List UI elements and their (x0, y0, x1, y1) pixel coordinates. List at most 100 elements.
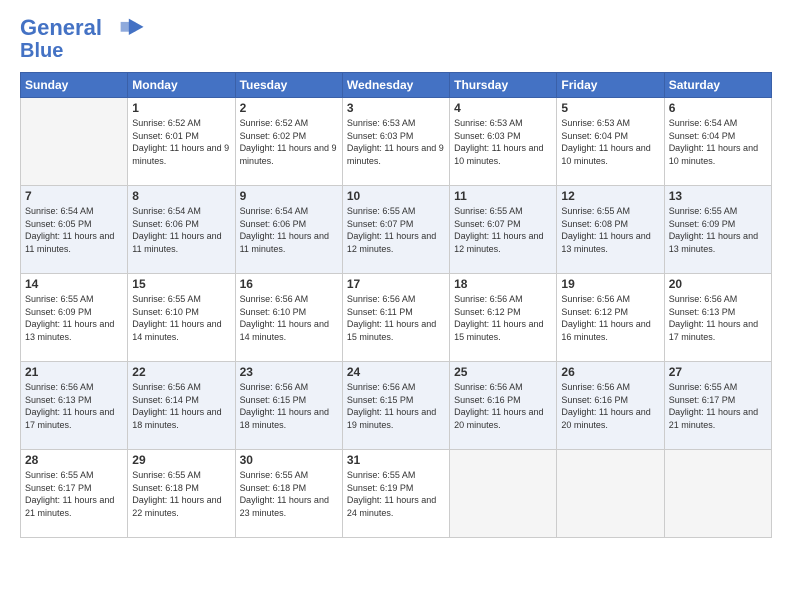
calendar-week-row: 28 Sunrise: 6:55 AMSunset: 6:17 PMDayligh… (21, 450, 772, 538)
calendar-week-row: 7 Sunrise: 6:54 AMSunset: 6:05 PMDaylight… (21, 186, 772, 274)
day-number: 16 (240, 277, 338, 291)
calendar-cell: 7 Sunrise: 6:54 AMSunset: 6:05 PMDaylight… (21, 186, 128, 274)
day-info: Sunrise: 6:56 AMSunset: 6:12 PMDaylight:… (454, 293, 552, 343)
day-number: 3 (347, 101, 445, 115)
day-info: Sunrise: 6:56 AMSunset: 6:13 PMDaylight:… (669, 293, 767, 343)
calendar-cell: 21Sunrise: 6:56 AMSunset: 6:13 PMDayligh… (21, 362, 128, 450)
weekday-header-saturday: Saturday (664, 73, 771, 98)
day-number: 19 (561, 277, 659, 291)
day-info: Sunrise: 6:55 AMSunset: 6:17 PMDaylight:… (25, 469, 123, 519)
calendar-cell: 28 Sunrise: 6:55 AMSunset: 6:17 PMDayligh… (21, 450, 128, 538)
day-info: Sunrise: 6:56 AMSunset: 6:15 PMDaylight:… (347, 381, 445, 431)
calendar-cell: 14 Sunrise: 6:55 AMSunset: 6:09 PMDayligh… (21, 274, 128, 362)
calendar-cell: 17 Sunrise: 6:56 AMSunset: 6:11 PMDayligh… (342, 274, 449, 362)
day-info: Sunrise: 6:52 AMSunset: 6:01 PMDaylight:… (132, 117, 230, 167)
day-number: 26 (561, 365, 659, 379)
calendar-week-row: 21Sunrise: 6:56 AMSunset: 6:13 PMDayligh… (21, 362, 772, 450)
calendar-week-row: 1 Sunrise: 6:52 AMSunset: 6:01 PMDaylight… (21, 98, 772, 186)
day-info: Sunrise: 6:54 AMSunset: 6:04 PMDaylight:… (669, 117, 767, 167)
day-number: 12 (561, 189, 659, 203)
day-number: 1 (132, 101, 230, 115)
day-number: 21 (25, 365, 123, 379)
calendar-cell: 13Sunrise: 6:55 AMSunset: 6:09 PMDayligh… (664, 186, 771, 274)
calendar-cell: 12 Sunrise: 6:55 AMSunset: 6:08 PMDayligh… (557, 186, 664, 274)
logo-text: General (20, 16, 144, 40)
calendar-cell: 3 Sunrise: 6:53 AMSunset: 6:03 PMDaylight… (342, 98, 449, 186)
calendar-cell: 24 Sunrise: 6:56 AMSunset: 6:15 PMDayligh… (342, 362, 449, 450)
weekday-header-monday: Monday (128, 73, 235, 98)
day-info: Sunrise: 6:55 AMSunset: 6:18 PMDaylight:… (240, 469, 338, 519)
calendar-cell (664, 450, 771, 538)
calendar-cell: 19 Sunrise: 6:56 AMSunset: 6:12 PMDayligh… (557, 274, 664, 362)
day-info: Sunrise: 6:55 AMSunset: 6:09 PMDaylight:… (25, 293, 123, 343)
day-number: 28 (25, 453, 123, 467)
day-number: 27 (669, 365, 767, 379)
day-number: 14 (25, 277, 123, 291)
day-number: 15 (132, 277, 230, 291)
day-info: Sunrise: 6:54 AMSunset: 6:06 PMDaylight:… (132, 205, 230, 255)
calendar-cell: 27 Sunrise: 6:55 AMSunset: 6:17 PMDayligh… (664, 362, 771, 450)
header: General Blue (20, 16, 772, 62)
calendar-cell: 23 Sunrise: 6:56 AMSunset: 6:15 PMDayligh… (235, 362, 342, 450)
day-info: Sunrise: 6:55 AMSunset: 6:17 PMDaylight:… (669, 381, 767, 431)
day-info: Sunrise: 6:56 AMSunset: 6:12 PMDaylight:… (561, 293, 659, 343)
calendar-cell: 11 Sunrise: 6:55 AMSunset: 6:07 PMDayligh… (450, 186, 557, 274)
weekday-header-sunday: Sunday (21, 73, 128, 98)
day-info: Sunrise: 6:56 AMSunset: 6:16 PMDaylight:… (454, 381, 552, 431)
calendar-cell: 15Sunrise: 6:55 AMSunset: 6:10 PMDayligh… (128, 274, 235, 362)
calendar-cell: 9Sunrise: 6:54 AMSunset: 6:06 PMDaylight… (235, 186, 342, 274)
logo-text-blue: Blue (20, 40, 63, 62)
day-number: 18 (454, 277, 552, 291)
calendar-cell: 22Sunrise: 6:56 AMSunset: 6:14 PMDayligh… (128, 362, 235, 450)
day-info: Sunrise: 6:56 AMSunset: 6:11 PMDaylight:… (347, 293, 445, 343)
calendar-cell: 29Sunrise: 6:55 AMSunset: 6:18 PMDayligh… (128, 450, 235, 538)
calendar-cell: 26 Sunrise: 6:56 AMSunset: 6:16 PMDayligh… (557, 362, 664, 450)
day-info: Sunrise: 6:55 AMSunset: 6:07 PMDaylight:… (347, 205, 445, 255)
day-number: 31 (347, 453, 445, 467)
day-number: 11 (454, 189, 552, 203)
day-number: 4 (454, 101, 552, 115)
calendar-cell: 6 Sunrise: 6:54 AMSunset: 6:04 PMDaylight… (664, 98, 771, 186)
day-info: Sunrise: 6:56 AMSunset: 6:10 PMDaylight:… (240, 293, 338, 343)
calendar-cell: 25 Sunrise: 6:56 AMSunset: 6:16 PMDayligh… (450, 362, 557, 450)
day-number: 7 (25, 189, 123, 203)
day-number: 23 (240, 365, 338, 379)
calendar-cell: 2Sunrise: 6:52 AMSunset: 6:02 PMDaylight… (235, 98, 342, 186)
weekday-header-friday: Friday (557, 73, 664, 98)
calendar-cell: 30 Sunrise: 6:55 AMSunset: 6:18 PMDayligh… (235, 450, 342, 538)
weekday-header-wednesday: Wednesday (342, 73, 449, 98)
calendar-cell: 1 Sunrise: 6:52 AMSunset: 6:01 PMDaylight… (128, 98, 235, 186)
day-info: Sunrise: 6:56 AMSunset: 6:15 PMDaylight:… (240, 381, 338, 431)
day-info: Sunrise: 6:56 AMSunset: 6:16 PMDaylight:… (561, 381, 659, 431)
calendar-cell: 10 Sunrise: 6:55 AMSunset: 6:07 PMDayligh… (342, 186, 449, 274)
calendar-cell (450, 450, 557, 538)
weekday-header-tuesday: Tuesday (235, 73, 342, 98)
weekday-header-thursday: Thursday (450, 73, 557, 98)
weekday-header-row: SundayMondayTuesdayWednesdayThursdayFrid… (21, 73, 772, 98)
day-info: Sunrise: 6:53 AMSunset: 6:03 PMDaylight:… (347, 117, 445, 167)
page: General Blue SundayMondayTuesdayWednesda… (0, 0, 792, 612)
day-info: Sunrise: 6:54 AMSunset: 6:05 PMDaylight:… (25, 205, 123, 255)
day-info: Sunrise: 6:53 AMSunset: 6:03 PMDaylight:… (454, 117, 552, 167)
logo-icon (112, 17, 144, 35)
day-number: 22 (132, 365, 230, 379)
calendar-cell: 18 Sunrise: 6:56 AMSunset: 6:12 PMDayligh… (450, 274, 557, 362)
day-number: 5 (561, 101, 659, 115)
day-info: Sunrise: 6:55 AMSunset: 6:07 PMDaylight:… (454, 205, 552, 255)
calendar-cell: 4 Sunrise: 6:53 AMSunset: 6:03 PMDaylight… (450, 98, 557, 186)
day-number: 25 (454, 365, 552, 379)
calendar: SundayMondayTuesdayWednesdayThursdayFrid… (20, 72, 772, 538)
calendar-cell (21, 98, 128, 186)
calendar-cell: 8 Sunrise: 6:54 AMSunset: 6:06 PMDaylight… (128, 186, 235, 274)
day-number: 24 (347, 365, 445, 379)
day-number: 10 (347, 189, 445, 203)
day-info: Sunrise: 6:52 AMSunset: 6:02 PMDaylight:… (240, 117, 338, 167)
day-number: 30 (240, 453, 338, 467)
day-number: 17 (347, 277, 445, 291)
day-info: Sunrise: 6:55 AMSunset: 6:19 PMDaylight:… (347, 469, 445, 519)
day-number: 6 (669, 101, 767, 115)
calendar-week-row: 14 Sunrise: 6:55 AMSunset: 6:09 PMDayligh… (21, 274, 772, 362)
day-number: 8 (132, 189, 230, 203)
day-info: Sunrise: 6:55 AMSunset: 6:08 PMDaylight:… (561, 205, 659, 255)
calendar-cell: 20Sunrise: 6:56 AMSunset: 6:13 PMDayligh… (664, 274, 771, 362)
